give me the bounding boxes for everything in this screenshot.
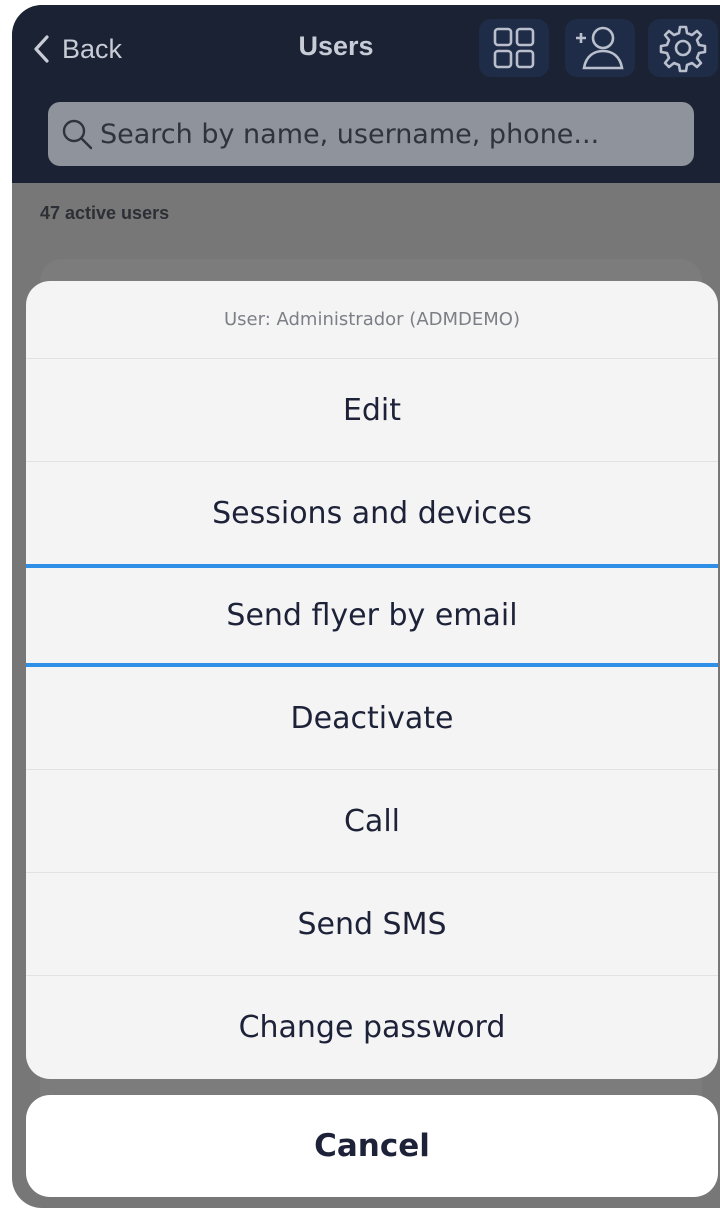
change-password-option[interactable]: Change password xyxy=(26,976,718,1078)
search-field[interactable] xyxy=(48,102,694,166)
search-input[interactable] xyxy=(100,118,660,150)
sessions-devices-option[interactable]: Sessions and devices xyxy=(26,462,718,565)
add-user-button[interactable] xyxy=(565,19,635,77)
action-sheet: User: Administrador (ADMDEMO) Edit Sessi… xyxy=(26,281,718,1079)
cancel-button[interactable]: Cancel xyxy=(26,1095,718,1197)
call-option[interactable]: Call xyxy=(26,770,718,873)
deactivate-option[interactable]: Deactivate xyxy=(26,667,718,770)
send-flyer-email-option[interactable]: Send flyer by email xyxy=(26,564,718,667)
active-users-count: 47 active users xyxy=(40,203,170,223)
navigation-bar: Back Users xyxy=(12,5,720,183)
add-user-icon xyxy=(576,26,624,70)
grid-view-button[interactable] xyxy=(479,19,549,77)
grid-icon xyxy=(493,27,535,69)
action-sheet-header: User: Administrador (ADMDEMO) xyxy=(26,281,718,359)
edit-option[interactable]: Edit xyxy=(26,359,718,462)
send-sms-option[interactable]: Send SMS xyxy=(26,873,718,976)
settings-button[interactable] xyxy=(648,19,718,77)
device-screen: Back Users Search by name, username, pho… xyxy=(12,5,720,1208)
gear-icon xyxy=(659,25,707,73)
search-icon xyxy=(62,119,93,150)
